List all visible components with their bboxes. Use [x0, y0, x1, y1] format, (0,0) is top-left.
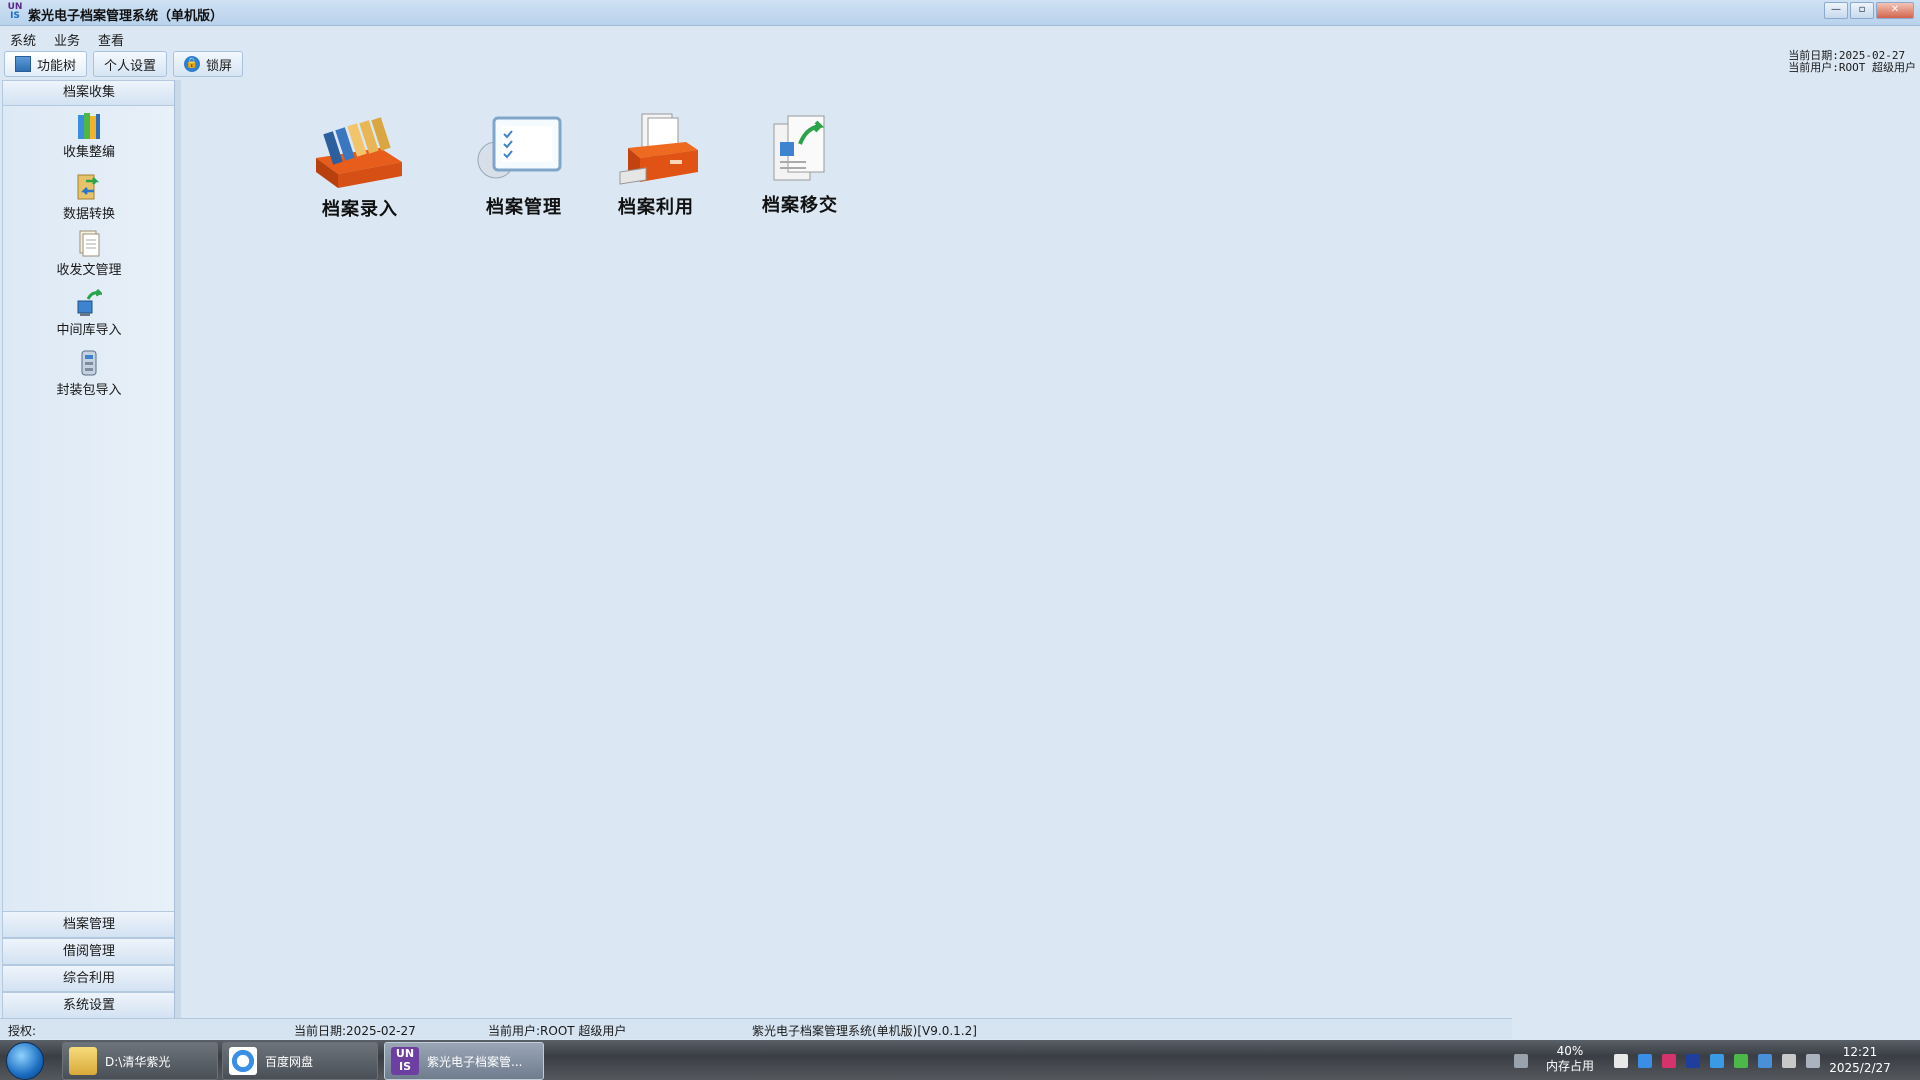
file-drawer-icon: [619, 113, 698, 185]
package-import-icon: [76, 349, 102, 377]
netdisk-tray-icon[interactable]: [1638, 1054, 1652, 1068]
taskbar-item-baidu-netdisk[interactable]: 百度网盘: [222, 1042, 378, 1080]
sidebar-group-borrow-management[interactable]: 借阅管理: [3, 938, 175, 965]
memory-label: 内存占用: [1545, 1059, 1594, 1073]
sidebar-item-intermediate-db-import[interactable]: 中间库导入: [3, 288, 175, 338]
clock-time: 12:21: [1842, 1045, 1878, 1059]
app-logo-icon: UN IS: [7, 2, 23, 21]
tile-label: 档案移交: [762, 195, 838, 216]
keyboard-icon[interactable]: [1514, 1054, 1528, 1068]
sidebar-item-label: 数据转换: [62, 207, 115, 222]
tile-label: 档案管理: [486, 197, 562, 218]
tile-archive-entry[interactable]: 档案录入: [310, 112, 410, 221]
taskbar-item-folder[interactable]: D:\清华紫光: [62, 1042, 218, 1080]
sidebar-bottom-groups: 档案管理 借阅管理 综合利用 系统设置: [3, 911, 175, 1019]
sidebar-group-archive-management[interactable]: 档案管理: [3, 911, 175, 938]
sidebar-item-label: 封装包导入: [56, 383, 122, 398]
memory-percent: 40%: [1556, 1044, 1584, 1058]
menu-bar: 系统 业务 查看: [0, 27, 132, 49]
taskbar-clock[interactable]: 12:21 2025/2/27: [1820, 1044, 1900, 1076]
personal-settings-label: 个人设置: [104, 58, 157, 74]
baidu-netdisk-icon: [229, 1047, 257, 1075]
transfer-document-icon: [773, 115, 825, 181]
toolbar: 功能树 个人设置 🔒 锁屏: [4, 51, 244, 77]
sidebar-item-document-send-receive[interactable]: 收发文管理: [3, 229, 175, 278]
maximize-button[interactable]: ▫: [1850, 2, 1874, 19]
volume-icon[interactable]: [1782, 1054, 1796, 1068]
top-user: 当前用户:ROOT 超级用户: [1788, 61, 1916, 74]
taskbar-item-label: 紫光电子档案管...: [427, 1054, 523, 1069]
sidebar-item-label: 中间库导入: [56, 323, 122, 338]
window-controls: — ▫ ✕: [1824, 2, 1914, 19]
books-icon: [76, 111, 102, 139]
tree-icon: [15, 56, 31, 72]
status-date: 当前日期:2025-02-27: [294, 1024, 416, 1038]
sidebar-item-label: 收集整编: [62, 145, 115, 160]
archive-box-icon: [316, 117, 402, 188]
action-center-icon[interactable]: [1806, 1054, 1820, 1068]
menu-business[interactable]: 业务: [44, 27, 88, 49]
minimize-button[interactable]: —: [1824, 2, 1848, 19]
top-info: 当前日期:2025-02-27 当前用户:ROOT 超级用户: [1788, 50, 1916, 74]
notification-icon[interactable]: [1614, 1054, 1628, 1068]
sidebar-group-comprehensive-use[interactable]: 综合利用: [3, 965, 175, 992]
status-bar: 授权: 当前日期:2025-02-27 当前用户:ROOT 超级用户 紫光电子档…: [0, 1018, 1512, 1039]
start-button[interactable]: [6, 1042, 44, 1080]
menu-view[interactable]: 查看: [88, 27, 132, 49]
status-version: 紫光电子档案管理系统(单机版)[V9.0.1.2]: [752, 1024, 977, 1038]
system-tray: 40% 内存占用 12:21 2025/2/27: [1500, 1040, 1920, 1080]
status-user: 当前用户:ROOT 超级用户: [488, 1024, 627, 1038]
tile-archive-management[interactable]: 档案管理: [474, 112, 574, 219]
taskbar-item-label: 百度网盘: [265, 1054, 314, 1069]
status-auth: 授权:: [8, 1024, 37, 1038]
checklist-monitor-icon: [477, 116, 562, 179]
personal-settings-tab[interactable]: 个人设置: [93, 51, 168, 77]
sidebar-item-data-convert[interactable]: 数据转换: [3, 173, 175, 222]
window-title: 紫光电子档案管理系统（单机版）: [28, 9, 224, 24]
taskbar-item-unis-app[interactable]: UN IS 紫光电子档案管...: [384, 1042, 544, 1080]
security-icon[interactable]: [1734, 1054, 1748, 1068]
sidebar-group-system-settings[interactable]: 系统设置: [3, 992, 175, 1019]
memory-usage[interactable]: 40% 内存占用: [1540, 1044, 1600, 1074]
tile-archive-utilization[interactable]: 档案利用: [606, 110, 706, 219]
info-icon[interactable]: [1686, 1054, 1700, 1068]
tile-label: 档案利用: [618, 197, 694, 218]
unis-app-icon: UN IS: [391, 1047, 419, 1075]
sidebar-splitter[interactable]: [174, 80, 181, 1018]
sidebar: 档案收集 收集整编 数据转换 收发文管理 中间库导入 封装包导入 档案管理 借阅…: [2, 80, 176, 1020]
taskbar: D:\清华紫光 百度网盘 UN IS 紫光电子档案管... 40% 内存占用 12…: [0, 1040, 1920, 1080]
tile-label: 档案录入: [322, 199, 398, 220]
folder-icon: [69, 1047, 97, 1075]
clock-date: 2025/2/27: [1829, 1061, 1891, 1075]
lock-icon: 🔒: [184, 56, 201, 72]
input-method-icon[interactable]: [1710, 1054, 1724, 1068]
taskbar-item-label: D:\清华紫光: [105, 1054, 171, 1069]
tile-archive-transfer[interactable]: 档案移交: [750, 112, 850, 217]
sidebar-item-label: 收发文管理: [56, 263, 122, 278]
function-tree-tab[interactable]: 功能树: [4, 51, 88, 77]
sidebar-item-collect-compile[interactable]: 收集整编: [3, 111, 175, 160]
lock-screen-button[interactable]: 🔒 锁屏: [173, 51, 244, 77]
function-tree-label: 功能树: [37, 58, 77, 74]
db-import-icon: [76, 288, 105, 317]
title-bar: UN IS 紫光电子档案管理系统（单机版） — ▫ ✕: [0, 0, 1920, 26]
close-button[interactable]: ✕: [1876, 2, 1914, 19]
documents-icon: [76, 229, 102, 257]
menu-system[interactable]: 系统: [0, 27, 44, 49]
lock-screen-label: 锁屏: [206, 58, 233, 74]
sidebar-item-package-import[interactable]: 封装包导入: [3, 349, 175, 398]
network-icon[interactable]: [1758, 1054, 1772, 1068]
app-tray-icon[interactable]: [1662, 1054, 1676, 1068]
data-convert-icon: [76, 173, 102, 201]
sidebar-group-archive-collection[interactable]: 档案收集: [3, 81, 175, 106]
